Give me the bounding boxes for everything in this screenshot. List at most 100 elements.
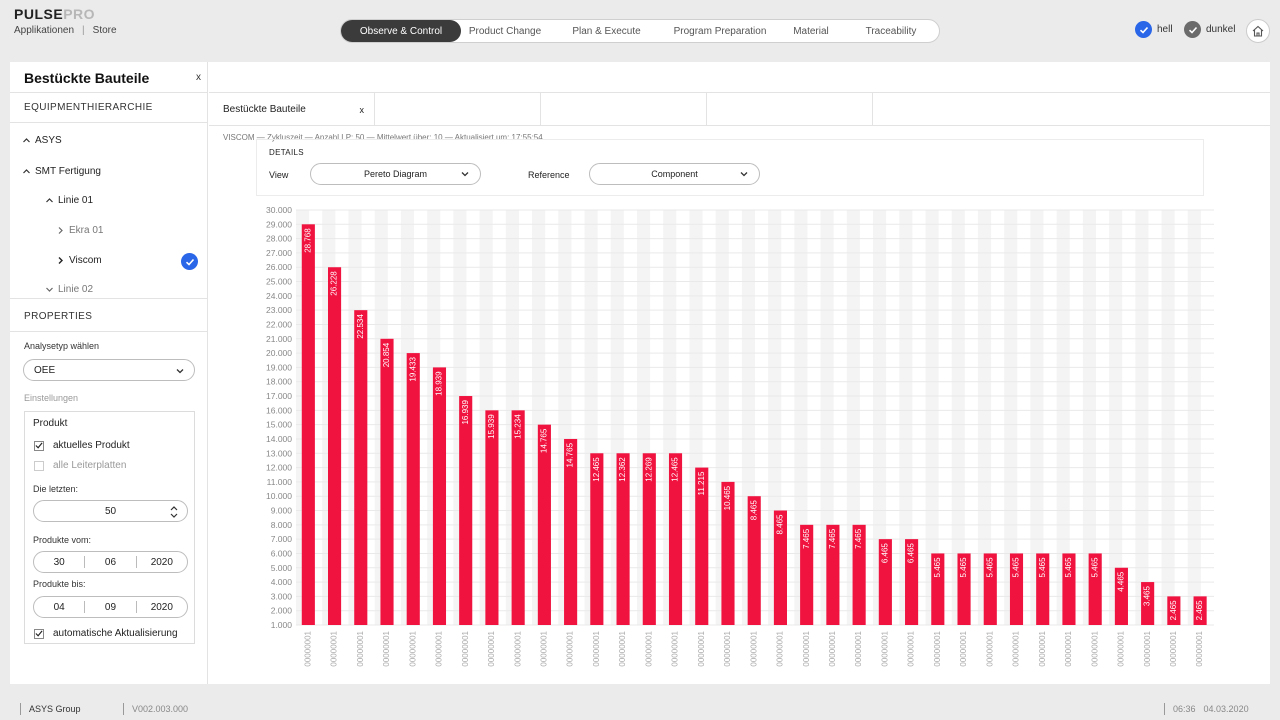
x-tick-label: 00000001 xyxy=(461,630,470,666)
analysis-type-select[interactable]: OEE xyxy=(23,359,195,381)
chart-bar xyxy=(380,338,394,625)
bar-value-label: 8.465 xyxy=(749,500,758,521)
chart-bar xyxy=(432,367,447,625)
properties-heading: PROPERTIES xyxy=(24,311,93,322)
bar-value-label: 5.465 xyxy=(1038,557,1047,578)
product-heading: Produkt xyxy=(33,418,68,429)
bar-value-label: 5.465 xyxy=(1090,557,1099,578)
y-tick-label: 3.000 xyxy=(271,591,293,601)
tab-material[interactable]: Material xyxy=(776,20,846,42)
x-tick-label: 00000001 xyxy=(566,630,575,666)
x-tick-label: 00000001 xyxy=(749,630,758,666)
x-tick-label: 00000001 xyxy=(435,630,444,666)
tree-item-linie-02[interactable]: Linie 02 xyxy=(45,284,93,295)
from-month: 06 xyxy=(104,556,117,568)
nav-divider: | xyxy=(82,25,85,36)
store-link[interactable]: Store xyxy=(93,25,117,36)
tab-observe-control[interactable]: Observe & Control xyxy=(341,20,461,42)
x-tick-label: 00000001 xyxy=(933,630,942,666)
bar-value-label: 20.854 xyxy=(382,342,391,367)
column-stripe xyxy=(1109,210,1123,625)
bar-value-label: 6.465 xyxy=(880,543,889,564)
last-count-stepper[interactable]: 50 xyxy=(33,500,188,522)
theme-light-option[interactable]: hell xyxy=(1135,21,1173,38)
view-label: View xyxy=(269,170,289,180)
y-tick-label: 21.000 xyxy=(266,334,292,344)
applications-link[interactable]: Applikationen xyxy=(14,25,74,36)
y-tick-label: 9.000 xyxy=(271,506,293,516)
check-icon xyxy=(1184,21,1201,38)
chevron-down-icon xyxy=(176,369,184,374)
x-tick-label: 00000001 xyxy=(382,630,391,666)
from-day: 30 xyxy=(53,556,65,568)
y-tick-label: 30.000 xyxy=(266,205,292,215)
bar-value-label: 7.465 xyxy=(802,528,811,549)
bar-value-label: 28.768 xyxy=(303,228,312,253)
empty-tab xyxy=(541,93,707,126)
home-button[interactable] xyxy=(1246,19,1270,43)
settings-label: Einstellungen xyxy=(24,393,79,403)
y-tick-label: 13.000 xyxy=(266,448,292,458)
tree-item-ekra-01[interactable]: Ekra 01 xyxy=(56,225,103,236)
tab-program-preparation[interactable]: Program Preparation xyxy=(664,20,776,42)
x-tick-label: 00000001 xyxy=(618,630,627,666)
home-icon xyxy=(1252,25,1264,37)
tree-item-smt-fertigung[interactable]: SMT Fertigung xyxy=(22,166,101,177)
selected-check-icon xyxy=(181,253,198,270)
sidebar-close-button[interactable]: x xyxy=(196,72,201,83)
bar-value-label: 11.215 xyxy=(697,471,706,495)
tree-item-viscom[interactable]: Viscom xyxy=(56,255,102,266)
all-boards-checkbox[interactable]: alle Leiterplatten xyxy=(34,460,126,471)
bar-value-label: 10.465 xyxy=(723,485,732,510)
bar-value-label: 16.939 xyxy=(461,399,470,424)
to-date-field[interactable]: 04 09 2020 xyxy=(33,596,188,618)
chart-bar xyxy=(485,410,499,625)
x-tick-label: 00000001 xyxy=(802,630,811,666)
chart-bar xyxy=(327,267,342,625)
reference-dropdown[interactable]: Component xyxy=(589,163,760,185)
bar-value-label: 14.765 xyxy=(566,442,575,467)
x-tick-label: 00000001 xyxy=(776,630,785,666)
content-tab-bestueckte-bauteile[interactable]: Bestückte Bauteile x xyxy=(209,93,375,126)
tab-product-change[interactable]: Product Change xyxy=(461,20,549,42)
footer-datetime: 06:36 04.03.2020 xyxy=(1164,703,1249,715)
chart-bar xyxy=(459,396,473,625)
y-tick-label: 4.000 xyxy=(271,577,293,587)
bar-value-label: 2.465 xyxy=(1195,600,1204,621)
theme-light-label: hell xyxy=(1157,24,1173,35)
tab-plan-execute[interactable]: Plan & Execute xyxy=(549,20,664,42)
x-tick-label: 00000001 xyxy=(985,630,994,666)
view-dropdown[interactable]: Pereto Diagram xyxy=(310,163,481,185)
content-tabs: Bestückte Bauteile x xyxy=(209,92,1270,126)
to-month: 09 xyxy=(104,601,117,613)
chevron-up-icon xyxy=(46,198,53,203)
bar-value-label: 5.465 xyxy=(985,557,994,578)
bar-value-label: 5.465 xyxy=(933,557,942,578)
bar-value-label: 7.465 xyxy=(828,528,837,549)
auto-update-checkbox[interactable]: automatische Aktualisierung xyxy=(34,628,178,639)
tree-item-linie-01[interactable]: Linie 01 xyxy=(45,195,93,206)
to-label: Produkte bis: xyxy=(33,579,86,589)
tab-close-button[interactable]: x xyxy=(360,105,365,115)
sidebar: Bestückte Bauteile x EQUIPMENTHIERARCHIE… xyxy=(10,62,208,684)
x-tick-label: 00000001 xyxy=(1064,630,1073,666)
empty-tab xyxy=(707,93,873,126)
y-tick-label: 24.000 xyxy=(266,291,292,301)
from-date-field[interactable]: 30 06 2020 xyxy=(33,551,188,573)
chart-bar xyxy=(354,310,368,625)
x-tick-label: 00000001 xyxy=(723,630,732,666)
x-tick-label: 00000001 xyxy=(408,630,417,666)
top-nav: Applikationen | Store xyxy=(14,25,117,36)
tab-traceability[interactable]: Traceability xyxy=(846,20,936,42)
current-product-checkbox[interactable]: aktuelles Produkt xyxy=(34,440,130,451)
x-tick-label: 00000001 xyxy=(1012,630,1021,666)
chevron-up-icon xyxy=(23,169,30,174)
theme-dark-option[interactable]: dunkel xyxy=(1184,21,1235,38)
checkbox-checked-icon xyxy=(34,440,44,451)
x-tick-label: 00000001 xyxy=(539,630,548,666)
last-count-value: 50 xyxy=(104,505,117,517)
tree-item-asys[interactable]: ASYS xyxy=(22,135,62,146)
stepper-icon xyxy=(170,506,178,518)
footer-company: ASYS Group xyxy=(20,703,81,715)
x-tick-label: 00000001 xyxy=(1038,630,1047,666)
